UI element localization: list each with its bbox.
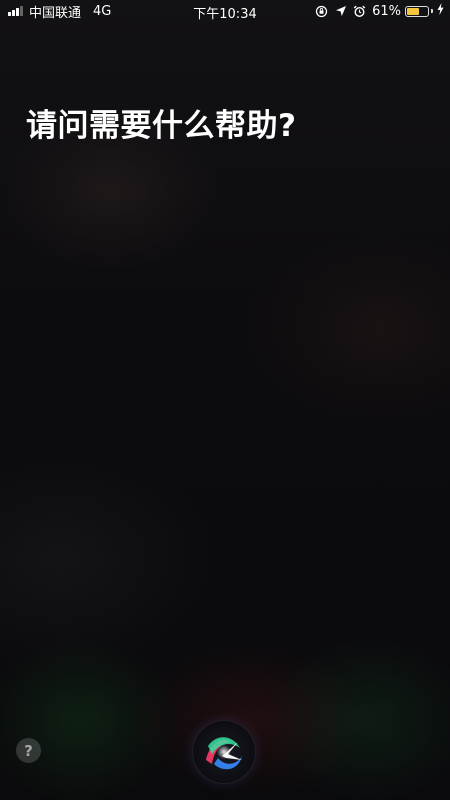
siri-waveform-icon <box>206 737 242 770</box>
charging-icon <box>437 3 444 19</box>
battery-percentage: 61% <box>372 3 401 19</box>
location-icon <box>334 5 347 18</box>
orientation-lock-icon <box>315 5 328 18</box>
battery-cap <box>431 9 433 13</box>
siri-prompt: 请问需要什么帮助? <box>26 108 297 144</box>
siri-orb-button[interactable] <box>192 720 256 784</box>
battery-icon <box>405 5 429 17</box>
alarm-icon <box>353 5 366 18</box>
help-button[interactable]: ? <box>16 738 41 763</box>
status-right: 61% <box>315 3 444 19</box>
siri-screen: 中国联通 4G 下午10:34 61% 请问需要什么帮助? ? <box>0 0 450 800</box>
battery-level-fill <box>407 7 419 15</box>
status-bar: 中国联通 4G 下午10:34 61% <box>0 0 450 22</box>
